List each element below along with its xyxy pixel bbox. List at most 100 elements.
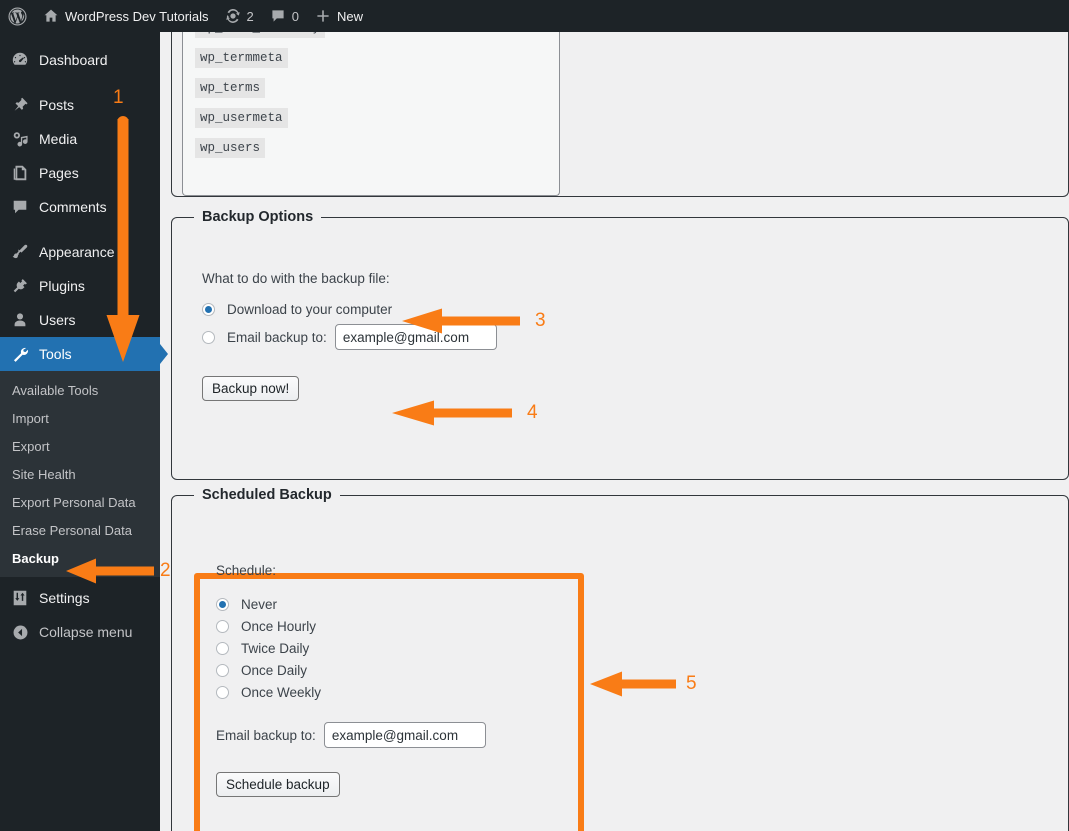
admin-content: wp_term_taxonomy wp_termmeta wp_terms wp… [160,22,1069,831]
schedule-label: Schedule: [216,563,277,578]
annotation-number-4: 4 [527,402,538,423]
schedule-once-weekly-radio[interactable] [216,686,229,699]
paintbrush-icon [10,242,30,262]
submenu-label: Backup [12,550,59,566]
schedule-option-label: Once Weekly [241,685,322,700]
sidebar-item-export-personal-data[interactable]: Export Personal Data [0,488,160,516]
menu-spacer-top [0,32,160,43]
annotation-number-1: 1 [113,87,124,108]
sidebar-item-export[interactable]: Export [0,432,160,460]
collapse-menu-button[interactable]: Collapse menu [0,615,160,649]
email-backup-row[interactable]: Email backup to: [202,324,1038,350]
schedule-never-row[interactable]: Never [216,597,1038,612]
backup-file-question: What to do with the backup file: [202,271,390,286]
updates-icon [225,8,241,24]
email-backup-radio[interactable] [202,330,215,344]
comment-bubble-icon [270,8,286,24]
schedule-once-daily-radio[interactable] [216,664,229,677]
table-chip: wp_usermeta [195,108,288,128]
sidebar-item-settings[interactable]: Settings [0,581,160,615]
schedule-option-label: Once Hourly [241,619,317,634]
user-icon [10,310,30,330]
annotation-arrow-4 [392,400,512,426]
sidebar-item-label: Users [39,312,76,328]
annotation-arrow-1 [106,116,140,362]
settings-sliders-icon [10,588,30,608]
sidebar-item-label: Pages [39,165,79,181]
comments-count: 0 [291,8,299,24]
plus-icon [315,8,331,24]
sidebar-item-erase-personal-data[interactable]: Erase Personal Data [0,516,160,544]
submenu-label: Site Health [12,466,76,482]
collapse-menu-label: Collapse menu [39,624,133,640]
schedule-twice-daily-radio[interactable] [216,642,229,655]
scheduled-backup-body: Schedule: Never Once Hourly Twice Daily [172,503,1068,831]
schedule-once-hourly-row[interactable]: Once Hourly [216,619,1038,634]
pages-icon [10,163,30,183]
backup-options-fieldset: Backup Options What to do with the backu… [171,209,1069,480]
annotation-number-3: 3 [535,310,546,331]
sidebar-item-site-health[interactable]: Site Health [0,460,160,488]
schedule-twice-daily-row[interactable]: Twice Daily [216,641,1038,656]
schedule-email-row: Email backup to: [216,722,1038,748]
comments-menu[interactable]: 0 [262,0,307,32]
backup-options-legend: Backup Options [202,209,314,225]
dashboard-icon [10,50,30,70]
annotation-number-2: 2 [160,560,171,581]
sidebar-item-dashboard[interactable]: Dashboard [0,43,160,77]
sidebar-item-label: Plugins [39,278,85,294]
annotation-arrow-2 [66,558,154,584]
wrench-icon [10,344,30,364]
sidebar-item-available-tools[interactable]: Available Tools [0,376,160,404]
new-label: New [337,8,364,24]
schedule-email-label: Email backup to: [216,727,316,743]
sidebar-item-label: Comments [39,199,107,215]
table-chip: wp_users [195,138,266,158]
schedule-never-radio[interactable] [216,598,229,611]
schedule-option-label: Once Daily [241,663,308,678]
scheduled-backup-legend: Scheduled Backup [202,487,332,503]
sidebar-item-import[interactable]: Import [0,404,160,432]
tools-submenu: Available Tools Import Export Site Healt… [0,371,160,577]
plug-icon [10,276,30,296]
submenu-label: Export [12,438,50,454]
home-icon [43,8,59,24]
collapse-arrow-icon [10,622,30,642]
screenshot-root: WordPress Dev Tutorials 2 0 New Dashboar… [0,0,1069,831]
new-content-menu[interactable]: New [307,0,371,32]
schedule-controls: Schedule: Never Once Hourly Twice Daily [202,533,1038,797]
menu-spacer-1 [0,77,160,88]
submenu-label: Export Personal Data [12,494,136,510]
schedule-backup-button[interactable]: Schedule backup [216,772,340,797]
wordpress-logo-icon[interactable] [0,0,35,32]
updates-count: 2 [246,8,254,24]
site-title: WordPress Dev Tutorials [65,8,209,24]
media-icon [10,129,30,149]
updates-menu[interactable]: 2 [217,0,262,32]
site-name-menu[interactable]: WordPress Dev Tutorials [35,0,217,32]
database-tables-panel[interactable]: wp_term_taxonomy wp_termmeta wp_terms wp… [182,22,560,196]
scheduled-backup-fieldset: Scheduled Backup Schedule: Never Once Ho… [171,487,1069,831]
sidebar-item-label: Settings [39,590,90,606]
download-to-computer-radio[interactable] [202,303,215,316]
database-tables-list: wp_term_taxonomy wp_termmeta wp_terms wp… [183,22,559,168]
table-chip: wp_terms [195,78,266,98]
sidebar-item-label: Posts [39,97,75,113]
submenu-label: Import [12,410,49,426]
sidebar-item-label: Tools [39,346,72,362]
schedule-option-label: Twice Daily [241,641,310,656]
annotation-arrow-3 [402,308,520,334]
download-to-computer-row[interactable]: Download to your computer [202,302,1038,317]
table-chip: wp_termmeta [195,48,288,68]
schedule-email-input[interactable] [323,722,486,748]
pin-icon [10,95,30,115]
backup-now-button[interactable]: Backup now! [202,376,300,401]
admin-bar: WordPress Dev Tutorials 2 0 New [0,0,1069,32]
sidebar-item-label: Media [39,131,78,147]
download-to-computer-label: Download to your computer [227,302,393,317]
schedule-once-hourly-radio[interactable] [216,620,229,633]
backup-options-body: What to do with the backup file: Downloa… [172,225,1068,421]
annotation-number-5: 5 [686,673,697,694]
sidebar-item-label: Dashboard [39,52,108,68]
annotation-arrow-5 [590,671,676,697]
